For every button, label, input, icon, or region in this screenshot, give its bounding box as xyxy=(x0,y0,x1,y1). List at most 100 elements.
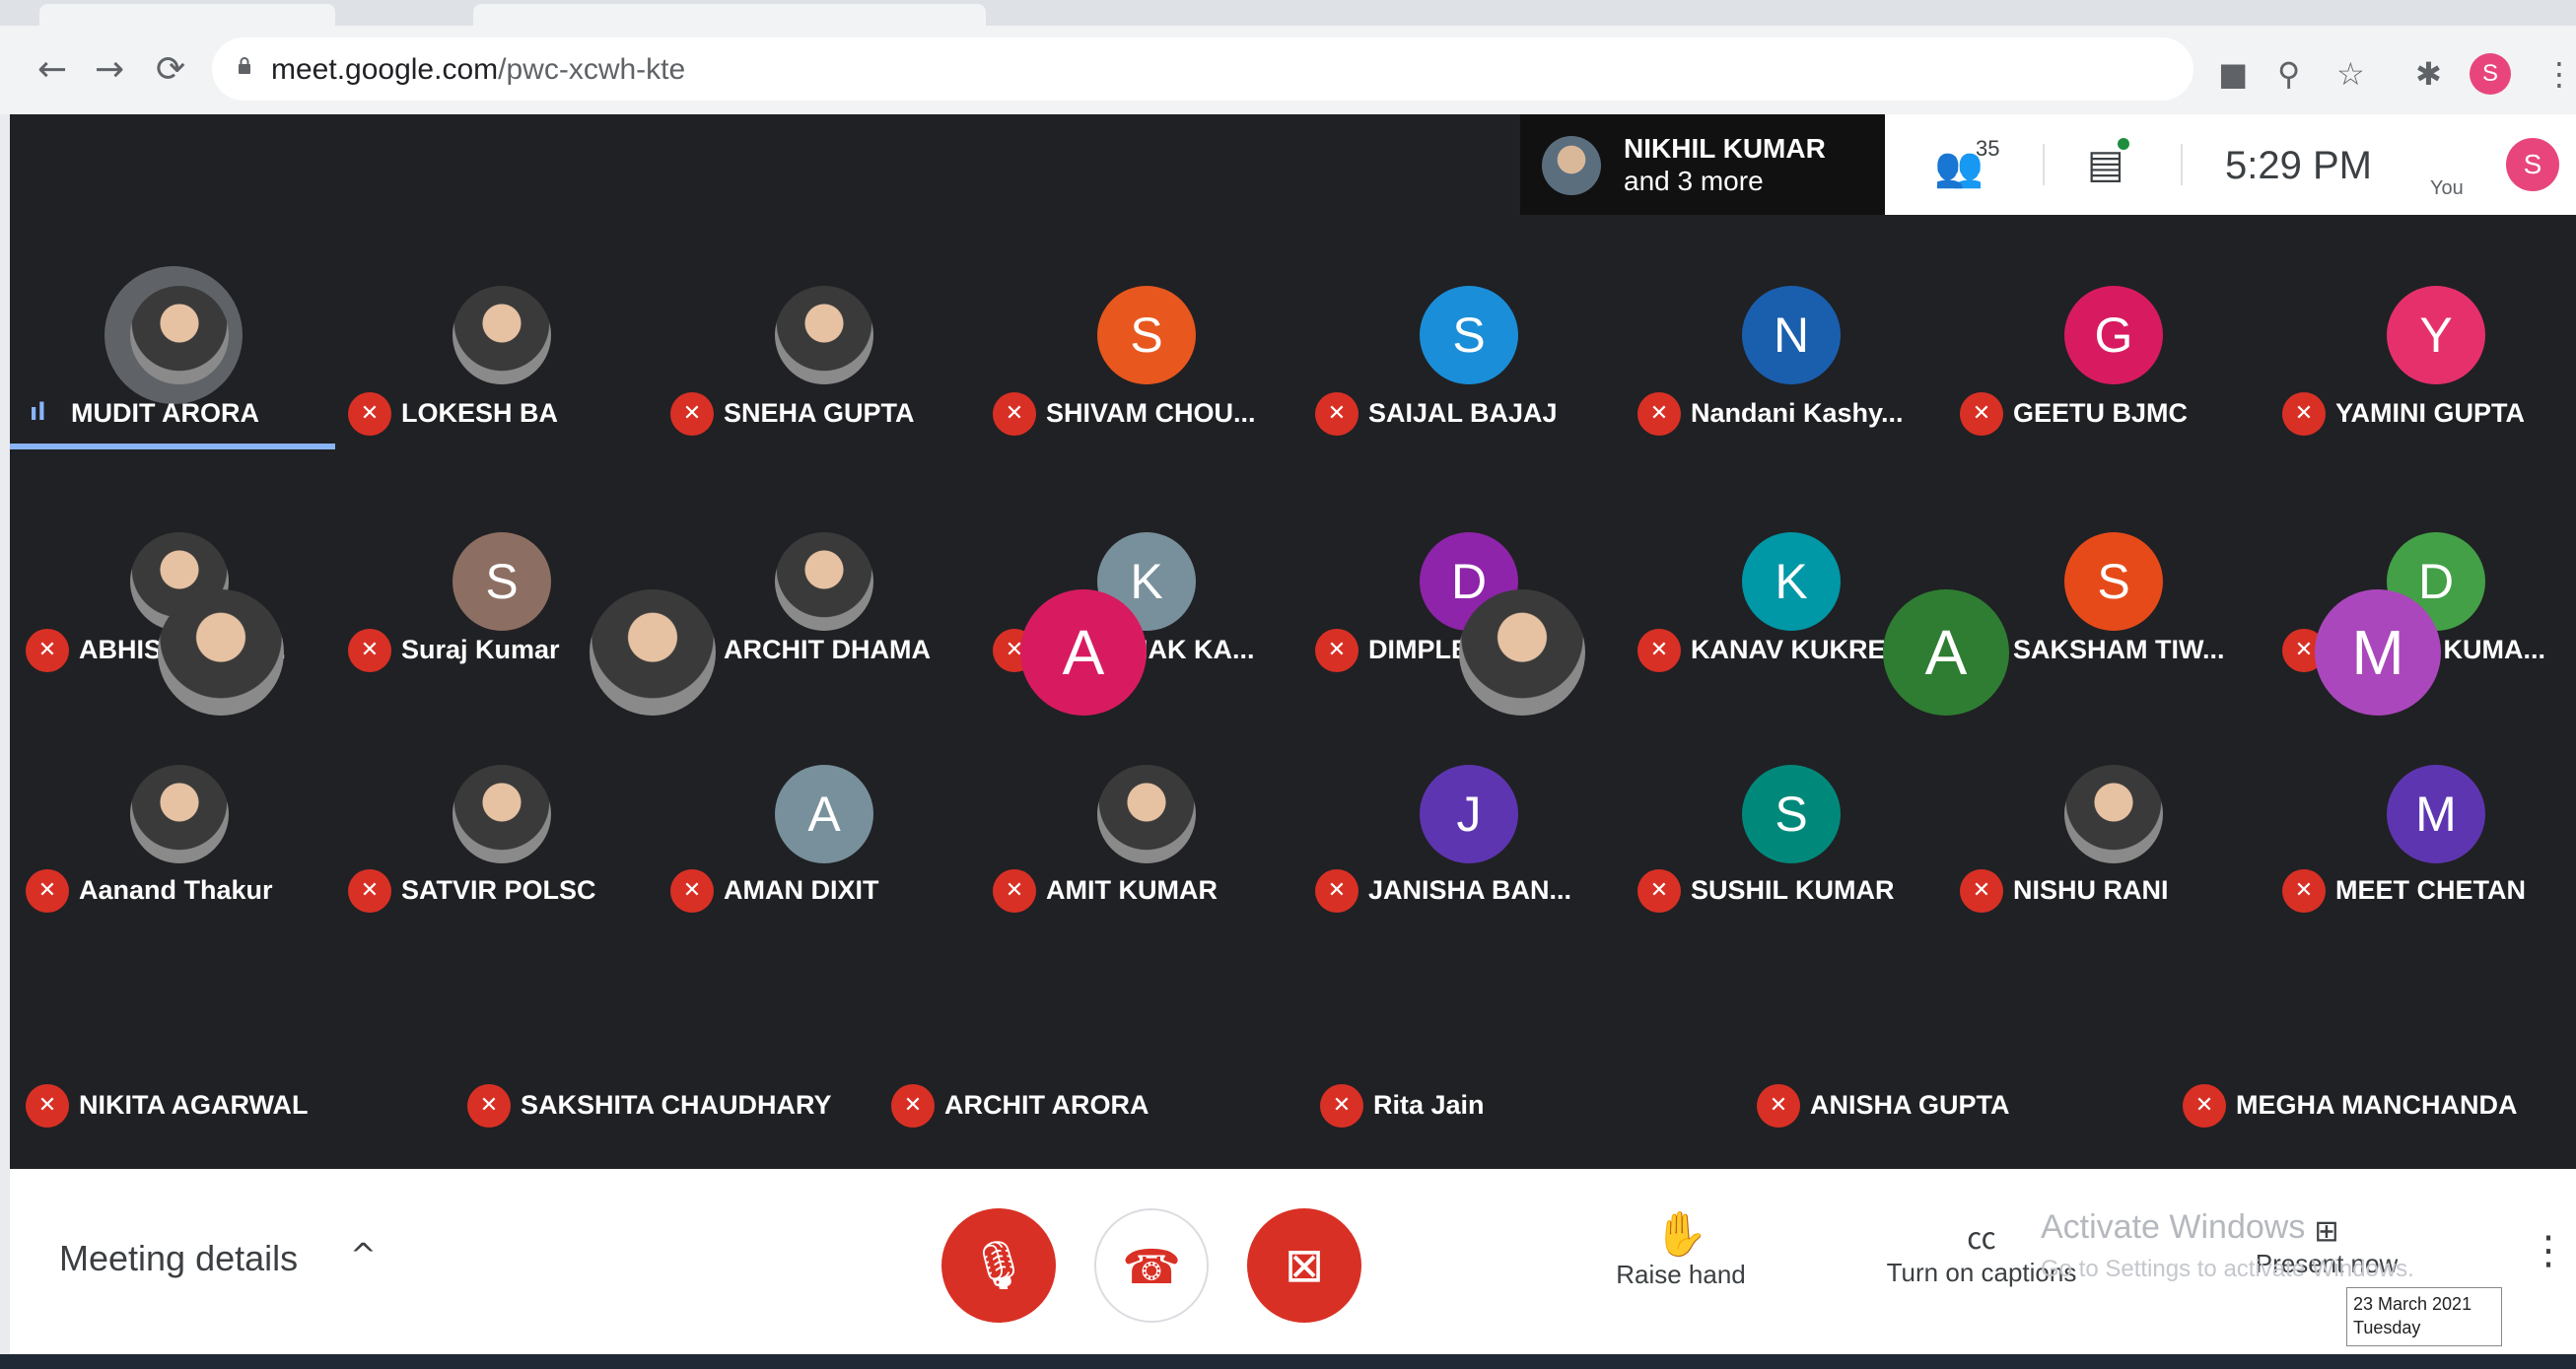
participant-avatar: S xyxy=(2064,532,2163,631)
divider xyxy=(2043,144,2045,185)
back-icon[interactable]: ← xyxy=(37,49,67,90)
participant-photo xyxy=(158,589,284,716)
mic-muted-icon: ✕ xyxy=(891,1084,935,1128)
date-tooltip: 23 March 2021 Tuesday xyxy=(2346,1287,2502,1346)
raise-hand-button[interactable]: ✋ Raise hand xyxy=(1587,1208,1775,1290)
hand-icon: ✋ xyxy=(1653,1209,1708,1260)
participant-avatar: S xyxy=(453,532,551,631)
participant-name: YAMINI GUPTA xyxy=(2335,398,2526,428)
mic-muted-icon: ✕ xyxy=(670,392,714,436)
participant-name: MEGHA MANCHANDA xyxy=(2236,1090,2518,1120)
mic-muted-icon: ✕ xyxy=(670,869,714,913)
participant-photo xyxy=(130,765,229,863)
mic-muted-icon: ✕ xyxy=(2183,1084,2226,1128)
forward-icon[interactable]: → xyxy=(95,49,124,90)
camera-icon[interactable]: ■ xyxy=(2218,55,2248,93)
participant-name: LOKESH BA xyxy=(401,398,559,428)
participant-name: MUDIT ARORA xyxy=(71,398,259,428)
participant-name: ARCHIT ARORA xyxy=(944,1090,1149,1120)
participant-photo xyxy=(590,589,716,716)
mic-muted-icon: ✕ xyxy=(348,629,391,672)
participant-name: SNEHA GUPTA xyxy=(724,398,915,428)
microphone-off-button[interactable]: 🎙 xyxy=(941,1208,1056,1323)
browser-tab-strip xyxy=(0,0,2576,26)
camera-off-icon: ⊠ xyxy=(1284,1238,1325,1293)
participant-name: MEET CHETAN xyxy=(2335,875,2526,905)
chevron-up-icon[interactable]: ^ xyxy=(350,1236,377,1273)
participant-name: AMIT KUMAR xyxy=(1046,875,1218,905)
mic-muted-icon: ✕ xyxy=(1960,392,2003,436)
participant-avatar: M xyxy=(2387,765,2485,863)
participant-photo xyxy=(1459,589,1585,716)
mic-muted-icon: ✕ xyxy=(348,869,391,913)
zoom-icon[interactable]: ⚲ xyxy=(2277,55,2300,93)
participant-name: GEETU BJMC xyxy=(2013,398,2189,428)
camera-off-button[interactable]: ⊠ xyxy=(1247,1208,1361,1323)
presenter-chip[interactable]: NIKHIL KUMAR and 3 more xyxy=(1520,114,1885,215)
presenter-avatar xyxy=(1542,136,1601,195)
participant-name: NIKITA AGARWAL xyxy=(79,1090,309,1120)
participant-name: Rita Jain xyxy=(1373,1090,1485,1120)
participant-name: KANAV KUKRE... xyxy=(1691,635,1909,664)
you-avatar[interactable]: S xyxy=(2506,138,2559,191)
day-text: Tuesday xyxy=(2353,1318,2421,1337)
participant-name: SAIJAL BAJAJ xyxy=(1368,398,1558,428)
participant-photo xyxy=(1097,765,1196,863)
participant-avatar: S xyxy=(1420,286,1518,384)
mic-muted-icon: ✕ xyxy=(1637,392,1681,436)
phone-hangup-icon: ☎ xyxy=(1122,1240,1181,1295)
menu-icon[interactable]: ⋮ xyxy=(2543,55,2575,93)
participant-grid: ıl MUDIT ARORA ✕ LOKESH BA ✕ SNEHA GUPTA S ✕ SHI… xyxy=(10,215,2576,1169)
browser-tab[interactable] xyxy=(39,4,335,26)
star-icon[interactable]: ☆ xyxy=(2336,55,2365,93)
you-label: You xyxy=(2430,177,2464,199)
mic-muted-icon: ✕ xyxy=(1315,869,1358,913)
participant-name: Suraj Kumar xyxy=(401,635,560,664)
mic-muted-icon: ✕ xyxy=(1757,1084,1800,1128)
participant-name: NISHU RANI xyxy=(2013,875,2169,905)
chat-notification-dot xyxy=(2118,138,2129,150)
reload-icon[interactable]: ⟳ xyxy=(156,49,185,90)
meet-header-controls: 👥 35 ▤ 5:29 PM You S xyxy=(1885,114,2576,215)
windows-taskbar xyxy=(0,1354,2576,1369)
mic-muted-icon: ✕ xyxy=(1960,869,2003,913)
participant-avatar: K xyxy=(1742,532,1841,631)
activate-windows-subtitle: Go to Settings to activate Windows. xyxy=(2041,1256,2414,1282)
chat-icon[interactable]: ▤ xyxy=(2087,142,2124,187)
participant-name: SAKSHITA CHAUDHARY xyxy=(521,1090,832,1120)
browser-tab-active[interactable] xyxy=(473,4,986,26)
presenter-more: and 3 more xyxy=(1624,166,1764,196)
mic-muted-icon: ✕ xyxy=(26,1084,69,1128)
participant-avatar: A xyxy=(775,765,873,863)
participant-photo xyxy=(775,532,873,631)
mic-muted-icon: ✕ xyxy=(1315,629,1358,672)
mic-muted-icon: ✕ xyxy=(1320,1084,1363,1128)
date-text: 23 March 2021 xyxy=(2353,1294,2472,1314)
url-field[interactable]: meet.google.com/pwc-xcwh-kte xyxy=(212,37,2193,101)
lock-icon xyxy=(239,57,250,74)
mic-muted-icon: ✕ xyxy=(26,629,69,672)
profile-avatar[interactable]: S xyxy=(2470,53,2511,95)
meeting-details-button[interactable]: Meeting details xyxy=(59,1238,298,1279)
mic-muted-icon: ✕ xyxy=(348,392,391,436)
leave-call-button[interactable]: ☎ xyxy=(1094,1208,1209,1323)
extensions-icon[interactable]: ✱ xyxy=(2415,55,2442,93)
url-host: meet.google.com xyxy=(271,53,499,86)
participant-avatar: M xyxy=(2315,589,2441,716)
speaking-indicator-icon: ıl xyxy=(30,398,46,426)
participant-photo xyxy=(453,286,551,384)
participant-name: ANISHA GUPTA xyxy=(1810,1090,2010,1120)
url-text: meet.google.com/pwc-xcwh-kte xyxy=(271,53,685,87)
more-options-icon[interactable]: ⋮ xyxy=(2529,1228,2568,1273)
participant-avatar: J xyxy=(1420,765,1518,863)
participant-name: ARCHIT DHAMA xyxy=(724,635,931,664)
participant-name: SAKSHAM TIW... xyxy=(2013,635,2225,664)
mic-muted-icon: ✕ xyxy=(2282,392,2326,436)
participant-avatar: G xyxy=(2064,286,2163,384)
participant-photo xyxy=(2064,765,2163,863)
mic-muted-icon: ✕ xyxy=(467,1084,511,1128)
participant-avatar: A xyxy=(1883,589,2009,716)
presenter-name: NIKHIL KUMAR xyxy=(1624,133,1826,164)
participant-name: AMAN DIXIT xyxy=(724,875,879,905)
participant-avatar: S xyxy=(1097,286,1196,384)
